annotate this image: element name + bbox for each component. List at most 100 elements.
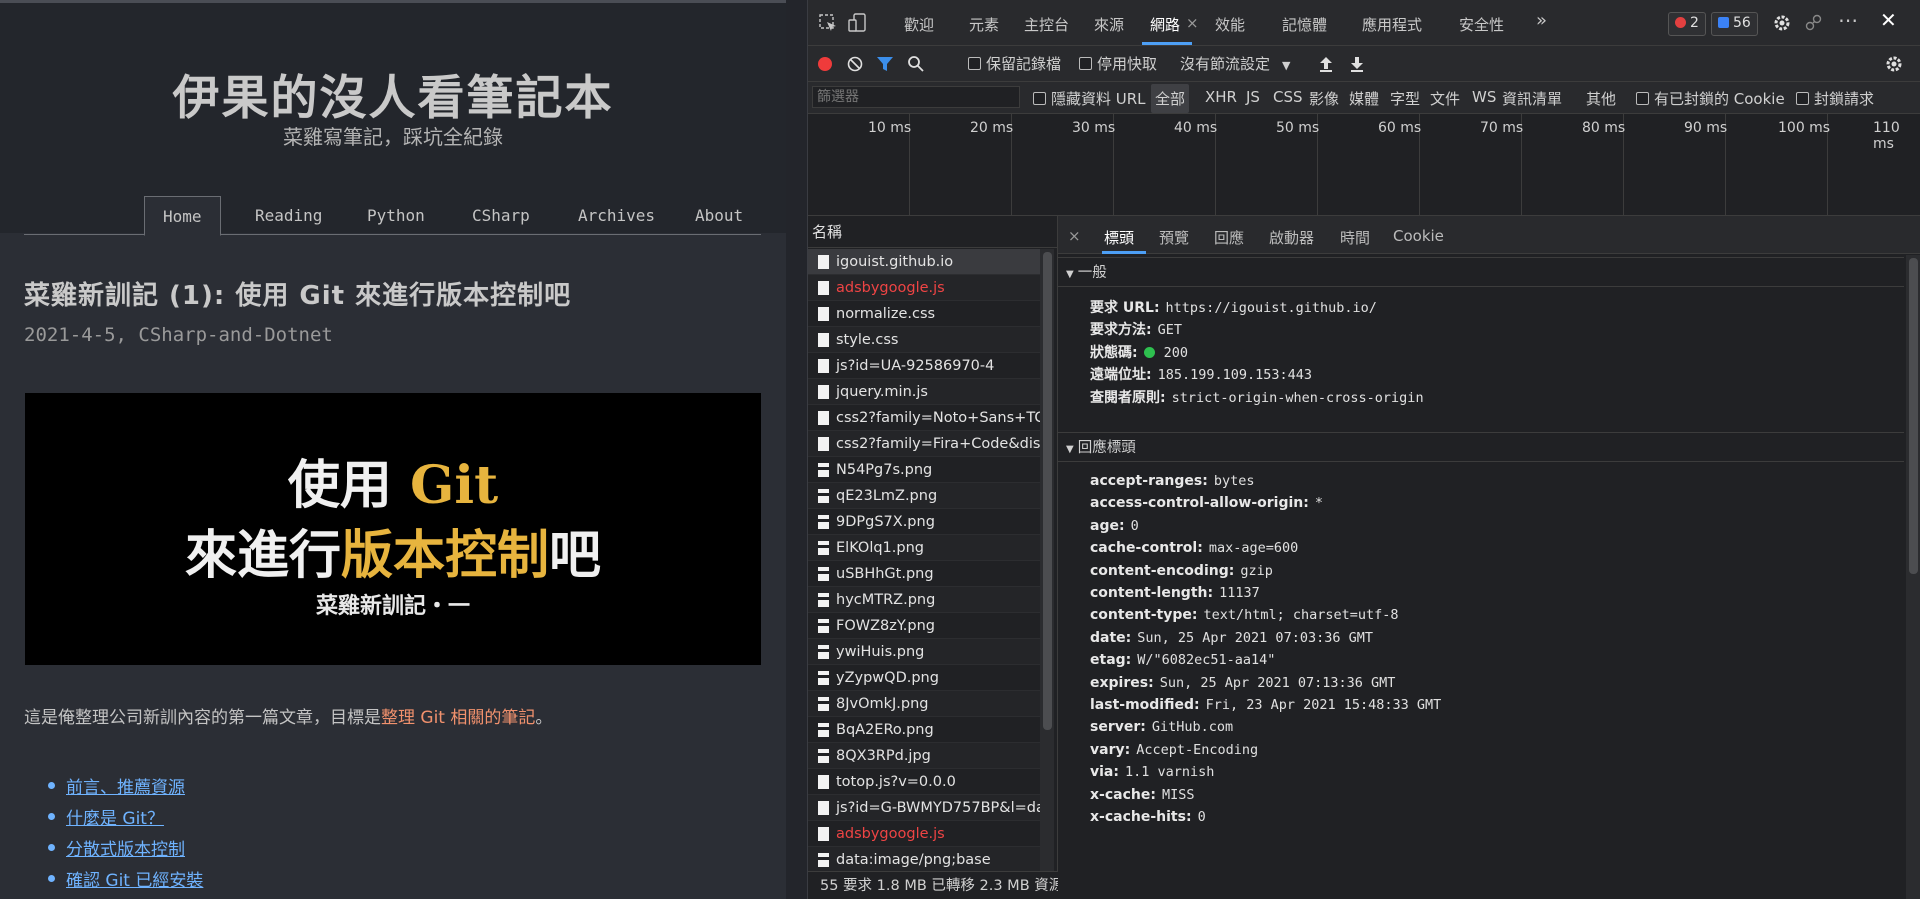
tab-performance[interactable]: 效能: [1215, 14, 1245, 35]
device-toolbar-icon[interactable]: [848, 13, 868, 33]
throttling-select[interactable]: 沒有節流設定 ▼: [1180, 53, 1290, 74]
request-row[interactable]: yZypwQD.png: [808, 665, 1040, 691]
filter-type-xhr[interactable]: XHR: [1205, 88, 1237, 106]
tab-application[interactable]: 應用程式: [1362, 14, 1422, 35]
filter-type-js[interactable]: JS: [1246, 88, 1260, 106]
errors-badge[interactable]: 2: [1668, 12, 1706, 36]
request-row[interactable]: totop.js?v=0.0.0: [808, 769, 1040, 795]
request-row[interactable]: css2?family=Fira+Code&displ.: [808, 431, 1040, 457]
request-row[interactable]: normalize.css: [808, 301, 1040, 327]
network-settings-gear-icon[interactable]: [1884, 54, 1904, 74]
request-row[interactable]: uSBHhGt.png: [808, 561, 1040, 587]
search-icon[interactable]: [907, 55, 925, 73]
blog-title[interactable]: 伊果的沒人看筆記本: [0, 59, 786, 128]
preserve-log-checkbox[interactable]: 保留記錄檔: [968, 53, 1061, 74]
request-row[interactable]: data:image/png;base: [808, 847, 1040, 873]
header-name: 要求 URL:: [1090, 300, 1160, 316]
tab-preview[interactable]: 預覽: [1159, 227, 1189, 248]
messages-badge[interactable]: 56: [1711, 12, 1758, 36]
import-har-icon[interactable]: [1318, 55, 1334, 73]
nav-python[interactable]: Python: [367, 196, 425, 235]
more-options-icon[interactable]: ⋯: [1838, 8, 1858, 32]
request-row[interactable]: js?id=UA-92586970-4: [808, 353, 1040, 379]
disable-cache-checkbox[interactable]: 停用快取: [1079, 53, 1157, 74]
tab-network[interactable]: 網路: [1150, 14, 1180, 35]
tab-console[interactable]: 主控台: [1024, 14, 1069, 35]
request-row[interactable]: ElKOlq1.png: [808, 535, 1040, 561]
request-list-scroll-thumb[interactable]: [1043, 252, 1052, 730]
tab-memory[interactable]: 記憶體: [1282, 14, 1327, 35]
post-intro: 這是俺整理公司新訓內容的第一篇文章，目標是整理 Git 相關的筆記。: [24, 708, 553, 728]
filter-type-ws[interactable]: WS: [1472, 88, 1496, 106]
share-feedback-icon[interactable]: [1804, 13, 1824, 33]
close-tab-icon[interactable]: ×: [1186, 14, 1199, 32]
close-devtools-icon[interactable]: ✕: [1880, 8, 1897, 32]
tab-timing[interactable]: 時間: [1340, 227, 1370, 248]
request-row[interactable]: BqA2ERo.png: [808, 717, 1040, 743]
filter-type-doc[interactable]: 文件: [1430, 88, 1460, 109]
request-row[interactable]: N54Pg7s.png: [808, 457, 1040, 483]
image-file-icon: [818, 541, 829, 555]
request-row[interactable]: igouist.github.io: [808, 249, 1040, 275]
request-row[interactable]: style.css: [808, 327, 1040, 353]
tab-sources[interactable]: 來源: [1094, 14, 1124, 35]
tab-headers[interactable]: 標頭: [1104, 227, 1134, 248]
close-details-icon[interactable]: ×: [1068, 227, 1081, 245]
filter-type-css[interactable]: CSS: [1273, 88, 1303, 106]
header-row: 要求 URL: https://igouist.github.io/: [1090, 297, 1377, 317]
tab-cookies[interactable]: Cookie: [1393, 227, 1444, 245]
nav-csharp[interactable]: CSharp: [472, 196, 530, 235]
inspect-element-icon[interactable]: [818, 13, 838, 33]
record-icon[interactable]: [816, 55, 834, 73]
nav-about[interactable]: About: [695, 196, 743, 235]
blocked-requests-checkbox[interactable]: 封鎖請求: [1796, 88, 1874, 109]
request-row[interactable]: 9DPgS7X.png: [808, 509, 1040, 535]
details-scroll-thumb[interactable]: [1909, 258, 1918, 574]
export-har-icon[interactable]: [1349, 55, 1365, 73]
hide-data-urls-checkbox[interactable]: 隱藏資料 URL: [1033, 88, 1146, 109]
response-headers-section-header[interactable]: ▼ 回應標頭: [1058, 432, 1904, 462]
filter-type-manifest[interactable]: 資訊清單: [1502, 88, 1562, 109]
panel-splitter[interactable]: [786, 0, 808, 899]
settings-gear-icon[interactable]: [1772, 13, 1792, 33]
request-row[interactable]: adsbygoogle.js: [808, 821, 1040, 847]
filter-type-other[interactable]: 其他: [1586, 88, 1616, 109]
request-row[interactable]: 8JvOmkJ.png: [808, 691, 1040, 717]
filter-type-img[interactable]: 影像: [1309, 88, 1339, 109]
request-row[interactable]: FOWZ8zY.png: [808, 613, 1040, 639]
request-row[interactable]: qE23LmZ.png: [808, 483, 1040, 509]
request-row[interactable]: js?id=G-BWMYD757BP&l=dat: [808, 795, 1040, 821]
header-name: 查閱者原則:: [1090, 389, 1166, 406]
tab-security[interactable]: 安全性: [1459, 14, 1504, 35]
header-name: cache-control:: [1090, 540, 1203, 557]
toc-link[interactable]: 什麼是 Git？: [46, 804, 203, 835]
toc-link[interactable]: 前言、推薦資源: [46, 773, 203, 804]
more-tabs-icon[interactable]: »: [1536, 10, 1547, 31]
nav-home[interactable]: Home: [144, 196, 221, 236]
name-column-header[interactable]: 名稱: [808, 216, 1058, 248]
filter-type-media[interactable]: 媒體: [1349, 88, 1379, 109]
filter-icon[interactable]: [876, 55, 894, 73]
request-row[interactable]: adsbygoogle.js: [808, 275, 1040, 301]
nav-reading[interactable]: Reading: [255, 196, 322, 235]
tab-initiator[interactable]: 啟動器: [1269, 227, 1314, 248]
filter-type-font[interactable]: 字型: [1390, 88, 1420, 109]
toc-link[interactable]: 確認 Git 已經安裝: [46, 866, 203, 897]
request-row[interactable]: ywiHuis.png: [808, 639, 1040, 665]
nav-archives[interactable]: Archives: [578, 196, 655, 235]
tab-welcome[interactable]: 歡迎: [904, 14, 934, 35]
blocked-cookies-checkbox[interactable]: 有已封鎖的 Cookie: [1636, 88, 1785, 109]
filter-input[interactable]: [812, 86, 1020, 108]
network-timeline-overview[interactable]: 10 ms 20 ms 30 ms 40 ms 50 ms 60 ms 70 m…: [808, 114, 1920, 216]
tab-response[interactable]: 回應: [1214, 227, 1244, 248]
header-row: cache-control: max-age=600: [1090, 540, 1298, 556]
request-row[interactable]: hycMTRZ.png: [808, 587, 1040, 613]
filter-type-all[interactable]: 全部: [1151, 84, 1190, 113]
request-row[interactable]: jquery.min.js: [808, 379, 1040, 405]
request-row[interactable]: css2?family=Noto+Sans+TC:w: [808, 405, 1040, 431]
request-row[interactable]: 8QX3RPd.jpg: [808, 743, 1040, 769]
general-section-header[interactable]: ▼ 一般: [1058, 257, 1904, 287]
toc-link[interactable]: 分散式版本控制: [46, 835, 203, 866]
tab-elements[interactable]: 元素: [969, 14, 999, 35]
clear-icon[interactable]: [846, 55, 864, 73]
